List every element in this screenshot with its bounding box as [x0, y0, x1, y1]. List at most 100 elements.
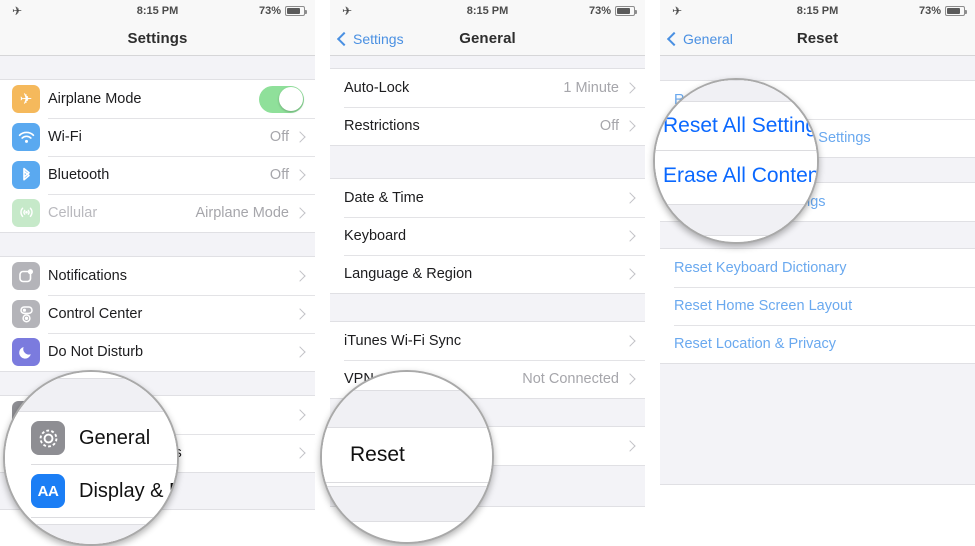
row-label: Date & Time: [344, 190, 424, 206]
row-label: Control Center: [48, 306, 143, 322]
page-title: Reset: [796, 30, 839, 47]
magnified-item-display-brightness[interactable]: AA Display & Brightness: [5, 465, 177, 517]
battery-percent-label: 73%: [588, 5, 611, 17]
chevron-right-icon: [624, 373, 636, 385]
sidebar-item-cellular[interactable]: Cellular Airplane Mode: [0, 194, 315, 232]
row-label: Language & Region: [344, 266, 473, 282]
magnified-label: Display & Brightness: [79, 479, 177, 502]
list-item-restrictions[interactable]: Restrictions Off: [330, 107, 645, 145]
row-value: Airplane Mode: [195, 205, 290, 221]
magnified-item-general[interactable]: General: [5, 412, 177, 464]
page-title: Settings: [127, 30, 188, 47]
list-gap: [0, 232, 315, 257]
notifications-icon: [12, 262, 40, 290]
row-label: Restrictions: [344, 118, 420, 134]
row-label: Auto-Lock: [344, 80, 410, 96]
magnified-item-reset[interactable]: Reset: [322, 428, 492, 482]
row-label: Reset Keyboard Dictionary: [674, 260, 847, 276]
row-value: Off: [599, 118, 619, 134]
magnifier-reset: Reset: [320, 370, 494, 544]
chevron-right-icon: [624, 335, 636, 347]
nav-bar-general: Settings General: [330, 22, 645, 56]
list-gap: [330, 145, 645, 179]
list-gap: [660, 363, 975, 485]
screenshot-stage: ✈ 8:15 PM 73% Settings ✈ Airplane Mode W…: [0, 0, 975, 546]
row-label: Keyboard: [344, 228, 407, 244]
row-label: Notifications: [48, 268, 127, 284]
airplane-mode-toggle[interactable]: [259, 85, 304, 113]
battery-icon: [285, 6, 307, 16]
magnifier-erase: Reset All Settings Erase All Content and…: [653, 78, 819, 244]
page-title: General: [459, 30, 516, 47]
magnified-item-reset-all-settings[interactable]: Reset All Settings: [655, 102, 819, 150]
reset-group-3: Reset Keyboard Dictionary Reset Home Scr…: [660, 249, 975, 363]
status-bar: ✈ 8:15 PM 73%: [660, 0, 975, 22]
chevron-right-icon: [624, 120, 636, 132]
row-label: Wi-Fi: [48, 129, 82, 145]
list-item-reset-location-privacy[interactable]: Reset Location & Privacy: [660, 325, 975, 363]
chevron-right-icon: [294, 270, 306, 282]
bluetooth-icon: [12, 161, 40, 189]
sidebar-item-control-center[interactable]: Control Center: [0, 295, 315, 333]
cellular-icon: [12, 199, 40, 227]
do-not-disturb-icon: [12, 338, 40, 366]
chevron-right-icon: [624, 440, 636, 452]
battery-icon: [615, 6, 637, 16]
chevron-right-icon: [294, 447, 306, 459]
settings-group-notifications: Notifications Control Center Do Not Dist…: [0, 257, 315, 371]
row-value: Off: [269, 129, 289, 145]
row-value: Off: [269, 167, 289, 183]
chevron-right-icon: [294, 169, 306, 181]
battery-status: 73%: [588, 5, 637, 17]
sidebar-item-notifications[interactable]: Notifications: [0, 257, 315, 295]
chevron-right-icon: [294, 131, 306, 143]
gear-icon: [31, 421, 65, 455]
row-label: Reset Home Screen Layout: [674, 298, 853, 314]
chevron-right-icon: [624, 192, 636, 204]
airplane-icon: ✈: [12, 85, 40, 113]
status-bar: ✈ 8:15 PM 73%: [0, 0, 315, 22]
list-item-language-region[interactable]: Language & Region: [330, 255, 645, 293]
display-brightness-icon: AA: [31, 474, 65, 508]
sidebar-item-do-not-disturb[interactable]: Do Not Disturb: [0, 333, 315, 371]
control-center-icon: [12, 300, 40, 328]
nav-bar-settings: Settings: [0, 22, 315, 56]
chevron-right-icon: [294, 207, 306, 219]
settings-group-connectivity: ✈ Airplane Mode Wi-Fi Off Bluetooth Off …: [0, 80, 315, 232]
list-gap: [0, 56, 315, 80]
battery-percent-label: 73%: [918, 5, 941, 17]
row-label: Cellular: [48, 205, 98, 221]
magnified-label: General: [79, 426, 151, 449]
sidebar-item-airplane-mode[interactable]: ✈ Airplane Mode: [0, 80, 315, 118]
sidebar-item-wifi[interactable]: Wi-Fi Off: [0, 118, 315, 156]
row-label: iTunes Wi-Fi Sync: [344, 333, 462, 349]
wifi-icon: [12, 123, 40, 151]
chevron-right-icon: [624, 230, 636, 242]
chevron-right-icon: [624, 82, 636, 94]
battery-percent-label: 73%: [258, 5, 281, 17]
general-group-2: Date & Time Keyboard Language & Region: [330, 179, 645, 293]
battery-status: 73%: [258, 5, 307, 17]
chevron-right-icon: [294, 409, 306, 421]
magnified-label: Reset: [350, 443, 405, 466]
list-item-reset-home-screen-layout[interactable]: Reset Home Screen Layout: [660, 287, 975, 325]
row-label: Bluetooth: [48, 167, 110, 183]
magnified-label: Reset All Settings: [663, 114, 819, 137]
battery-icon: [945, 6, 967, 16]
list-item-auto-lock[interactable]: Auto-Lock 1 Minute: [330, 69, 645, 107]
row-label: Do Not Disturb: [48, 344, 144, 360]
sidebar-item-bluetooth[interactable]: Bluetooth Off: [0, 156, 315, 194]
status-bar: ✈ 8:15 PM 73%: [330, 0, 645, 22]
list-item-keyboard[interactable]: Keyboard: [330, 217, 645, 255]
magnified-item-erase-all-content[interactable]: Erase All Content and Settings: [655, 152, 819, 200]
list-gap: [660, 56, 975, 81]
chevron-right-icon: [624, 268, 636, 280]
row-label: Reset Location & Privacy: [674, 336, 836, 352]
magnified-label: Erase All Content and Settings: [663, 164, 819, 187]
row-value: 1 Minute: [563, 80, 619, 96]
chevron-right-icon: [294, 308, 306, 320]
list-item-date-time[interactable]: Date & Time: [330, 179, 645, 217]
list-item-reset-keyboard-dictionary[interactable]: Reset Keyboard Dictionary: [660, 249, 975, 287]
list-item-itunes-wifi-sync[interactable]: iTunes Wi-Fi Sync: [330, 322, 645, 360]
general-group-1: Auto-Lock 1 Minute Restrictions Off: [330, 69, 645, 145]
